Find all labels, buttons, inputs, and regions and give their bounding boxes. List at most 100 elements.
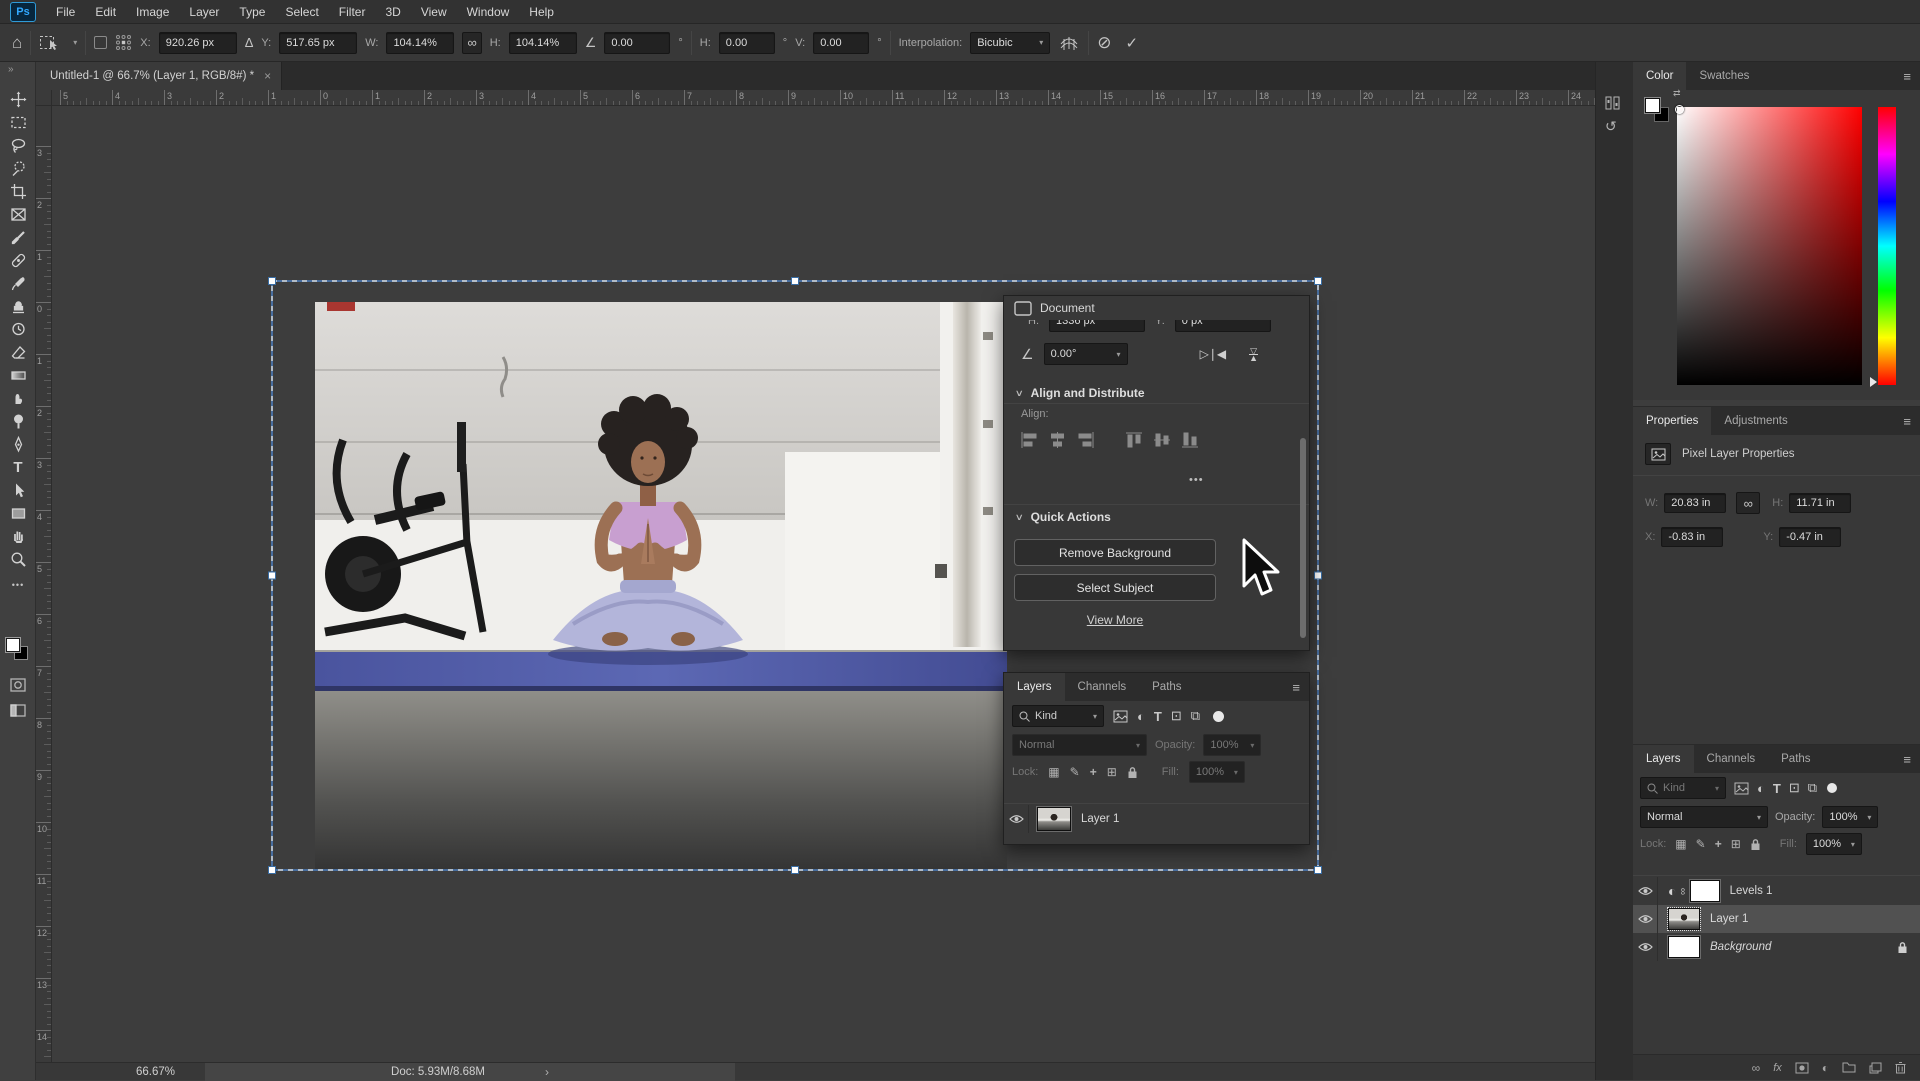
menu-help[interactable]: Help — [519, 0, 564, 24]
menu-type[interactable]: Type — [229, 0, 275, 24]
lock-transparency-icon[interactable]: ▦ — [1675, 837, 1686, 851]
dock-color-grading-icon[interactable] — [1605, 96, 1621, 110]
layer-name[interactable]: Layer 1 — [1710, 913, 1748, 925]
tab-properties[interactable]: Properties — [1633, 407, 1711, 435]
commit-transform-icon[interactable]: ✓ — [1125, 34, 1138, 52]
dock-history-icon[interactable]: ↺ — [1605, 118, 1617, 135]
align-middle-vertical-icon[interactable] — [1152, 430, 1173, 450]
select-subject-button[interactable]: Select Subject — [1014, 574, 1216, 601]
swap-colors-icon[interactable]: ⇄ — [1673, 88, 1681, 99]
tool-move[interactable] — [7, 88, 29, 110]
ruler-corner[interactable] — [36, 90, 52, 106]
blend-mode-dropdown[interactable]: Normal▾ — [1012, 734, 1147, 756]
doc-height-field[interactable]: 1336 px — [1049, 320, 1145, 332]
menu-3d[interactable]: 3D — [375, 0, 410, 24]
lock-paint-icon[interactable]: ✎ — [1696, 837, 1706, 851]
panel-menu-icon[interactable]: ≡ — [1894, 745, 1920, 773]
new-group-icon[interactable] — [1842, 1062, 1856, 1073]
close-tab-icon[interactable]: × — [264, 69, 271, 83]
fill-dropdown[interactable]: 100%▾ — [1806, 833, 1862, 855]
tool-zoom[interactable] — [7, 548, 29, 570]
document-tab[interactable]: Untitled-1 @ 66.7% (Layer 1, RGB/8#) * × — [36, 62, 282, 90]
tab-layers[interactable]: Layers — [1004, 673, 1065, 701]
tool-eyedropper[interactable] — [7, 226, 29, 248]
foreground-color-swatch[interactable] — [1645, 98, 1660, 113]
panel-menu-icon[interactable]: ≡ — [1894, 407, 1920, 435]
align-top-icon[interactable] — [1124, 430, 1145, 450]
blend-mode-dropdown[interactable]: Normal▾ — [1640, 806, 1768, 828]
y-position-field[interactable]: 517.65 px — [279, 32, 357, 54]
filter-shape-layers-icon[interactable]: ⊡ — [1171, 708, 1182, 724]
toggle-reference-point-checkbox[interactable] — [94, 36, 107, 49]
filter-pixel-layers-icon[interactable] — [1734, 782, 1749, 795]
filter-adjustment-layers-icon[interactable]: ◐ — [1137, 709, 1145, 724]
filter-type-layers-icon[interactable]: T — [1773, 781, 1781, 796]
tool-path-selection[interactable] — [7, 479, 29, 501]
layer-row-levels1[interactable]: ◐ ∞ Levels 1 — [1633, 877, 1920, 905]
hue-slider[interactable] — [1878, 107, 1896, 385]
filter-shape-layers-icon[interactable]: ⊡ — [1789, 780, 1800, 796]
layer-row-layer1[interactable]: Layer 1 — [1004, 805, 1309, 833]
filter-smart-objects-icon[interactable]: ⧉ — [1808, 780, 1817, 796]
tab-adjustments[interactable]: Adjustments — [1711, 407, 1800, 435]
tab-paths[interactable]: Paths — [1768, 745, 1823, 773]
filter-toggle-icon[interactable] — [1213, 711, 1224, 722]
lock-transparency-icon[interactable]: ▦ — [1048, 765, 1059, 779]
ruler-horizontal[interactable]: 5432101234567891011121314151617181920212… — [52, 90, 1595, 106]
menu-select[interactable]: Select — [275, 0, 328, 24]
v-skew-field[interactable]: 0.00 — [813, 32, 869, 54]
status-chevron-icon[interactable]: › — [545, 1065, 549, 1079]
tab-color[interactable]: Color — [1633, 62, 1686, 90]
ruler-vertical[interactable]: 32101234567891011121314 — [36, 106, 52, 1062]
expand-toolbar-icon[interactable]: » — [8, 64, 14, 75]
tool-rectangle[interactable] — [7, 502, 29, 524]
panel-menu-icon[interactable]: ≡ — [1283, 673, 1309, 701]
delete-layer-trash-icon[interactable] — [1895, 1061, 1906, 1074]
tab-layers[interactable]: Layers — [1633, 745, 1694, 773]
tool-type[interactable]: T — [7, 456, 29, 478]
layer-thumbnail[interactable] — [1668, 936, 1700, 958]
menu-filter[interactable]: Filter — [329, 0, 376, 24]
tool-frame[interactable] — [7, 203, 29, 225]
opacity-dropdown[interactable]: 100%▾ — [1822, 806, 1878, 828]
layer-y-field[interactable]: -0.47 in — [1779, 527, 1841, 547]
rotation-angle-dropdown[interactable]: 0.00°▾ — [1044, 343, 1128, 365]
layer-visibility-eye-icon[interactable] — [1633, 914, 1657, 924]
menu-file[interactable]: File — [46, 0, 85, 24]
layer-width-field[interactable]: 20.83 in — [1664, 493, 1726, 513]
foreground-background-swatches[interactable] — [6, 638, 30, 662]
tab-channels[interactable]: Channels — [1065, 673, 1140, 701]
panel-menu-icon[interactable]: ≡ — [1894, 62, 1920, 90]
tool-hand[interactable] — [7, 525, 29, 547]
filter-pixel-layers-icon[interactable] — [1113, 710, 1128, 723]
layer-row-background[interactable]: Background — [1633, 933, 1920, 961]
quick-mask-icon[interactable] — [7, 674, 29, 696]
tool-lasso[interactable] — [7, 134, 29, 156]
hue-slider-marker[interactable] — [1870, 377, 1877, 387]
flip-horizontal-icon[interactable]: ▷❘◀ — [1200, 347, 1226, 361]
tool-crop[interactable] — [7, 180, 29, 202]
chevron-down-icon[interactable]: ▾ — [73, 38, 77, 47]
layer-height-field[interactable]: 11.71 in — [1789, 493, 1851, 513]
tool-object-selection[interactable] — [7, 157, 29, 179]
view-more-link[interactable]: View More — [1014, 613, 1216, 627]
align-center-horizontal-icon[interactable] — [1047, 430, 1068, 450]
adjustment-layer-icon[interactable]: ◐ — [1668, 883, 1676, 899]
add-layer-mask-icon[interactable] — [1795, 1062, 1809, 1074]
layer-name[interactable]: Background — [1710, 941, 1771, 953]
foreground-color-swatch[interactable] — [6, 638, 20, 652]
menu-edit[interactable]: Edit — [85, 0, 126, 24]
warp-mode-icon[interactable] — [1058, 34, 1080, 52]
tool-history-brush[interactable] — [7, 318, 29, 340]
reference-point-grid-icon[interactable] — [115, 34, 132, 51]
canvas-image[interactable] — [315, 302, 1007, 870]
filter-type-layers-icon[interactable]: T — [1154, 709, 1162, 724]
layer-thumbnail[interactable] — [1668, 908, 1700, 930]
tool-brush[interactable] — [7, 272, 29, 294]
remove-background-button[interactable]: Remove Background — [1014, 539, 1216, 566]
menu-layer[interactable]: Layer — [179, 0, 229, 24]
tool-smudge[interactable] — [7, 387, 29, 409]
lock-position-icon[interactable]: + — [1090, 765, 1097, 779]
x-position-field[interactable]: 920.26 px — [159, 32, 237, 54]
align-right-icon[interactable] — [1075, 430, 1096, 450]
